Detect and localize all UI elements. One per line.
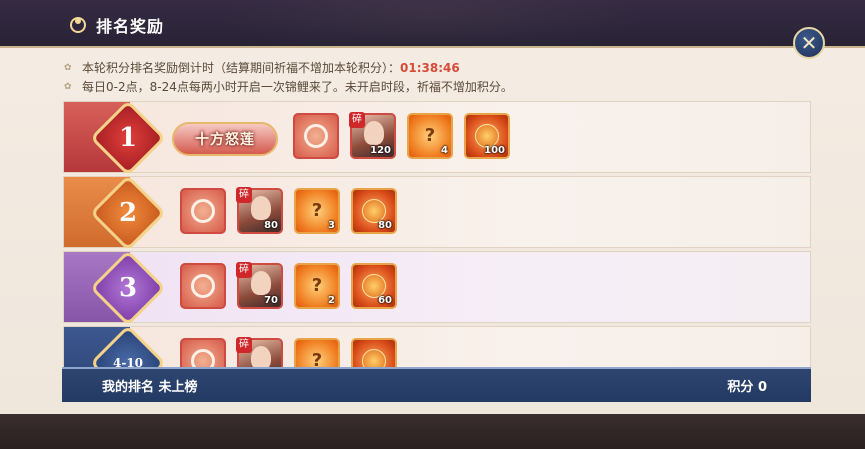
note-text: 每日0-2点，8-24点每两小时开启一次锦鲤来了。未开启时段，祈福不增加积分。 [82, 80, 513, 94]
notes: ✿ 本轮积分排名奖励倒计时（结算期间祈福不增加本轮积分）：01:38:46 ✿ … [64, 58, 513, 96]
bullet-icon: ✿ [64, 62, 72, 73]
close-button[interactable]: ✕ [793, 27, 825, 59]
bottom-strip [0, 414, 865, 449]
page-title: 排名奖励 [96, 17, 165, 36]
note-countdown: ✿ 本轮积分排名奖励倒计时（结算期间祈福不增加本轮积分）：01:38:46 [64, 58, 513, 77]
bullet-icon: ✿ [64, 81, 72, 92]
reward-items: 碎 80 ? 3 80 [180, 187, 397, 234]
rank-row-1: 1 十方怒莲 碎 120 ? 4 100 [63, 99, 811, 177]
question-orb-icon[interactable]: ? 3 [294, 188, 340, 234]
crescent-icon [70, 17, 86, 33]
header-bar: 排名奖励 [0, 0, 865, 46]
note-schedule: ✿ 每日0-2点，8-24点每两小时开启一次锦鲤来了。未开启时段，祈福不增加积分… [64, 77, 513, 96]
frame-icon[interactable] [180, 263, 226, 309]
character-shard-icon[interactable]: 碎 70 [236, 262, 283, 309]
reward-items: 碎 120 ? 4 100 [293, 112, 510, 159]
reward-items: 碎 70 ? 2 60 [180, 262, 397, 309]
fire-coin-icon[interactable]: 100 [464, 113, 510, 159]
note-text: 本轮积分排名奖励倒计时（结算期间祈福不增加本轮积分）：01:38:46 [82, 61, 460, 75]
character-shard-icon[interactable]: 碎 120 [349, 112, 396, 159]
rank-row-2: 2 碎 80 ? 3 80 [63, 174, 811, 252]
my-rank-footer: 我的排名 未上榜 积分 0 [62, 367, 811, 402]
frame-icon[interactable] [293, 113, 339, 159]
close-icon: ✕ [800, 31, 818, 55]
my-rank-label: 我的排名 未上榜 [102, 380, 198, 395]
frame-icon[interactable] [180, 188, 226, 234]
question-orb-icon[interactable]: ? 2 [294, 263, 340, 309]
my-score-label: 积分 0 [727, 380, 767, 395]
title-badge[interactable]: 十方怒莲 [172, 122, 278, 156]
fire-coin-icon[interactable]: 60 [351, 263, 397, 309]
rank-row-3: 3 碎 70 ? 2 60 [63, 249, 811, 327]
title-wrap: 排名奖励 [68, 13, 164, 37]
countdown-timer: 01:38:46 [400, 61, 460, 75]
fire-coin-icon[interactable]: 80 [351, 188, 397, 234]
character-shard-icon[interactable]: 碎 80 [236, 187, 283, 234]
question-orb-icon[interactable]: ? 4 [407, 113, 453, 159]
